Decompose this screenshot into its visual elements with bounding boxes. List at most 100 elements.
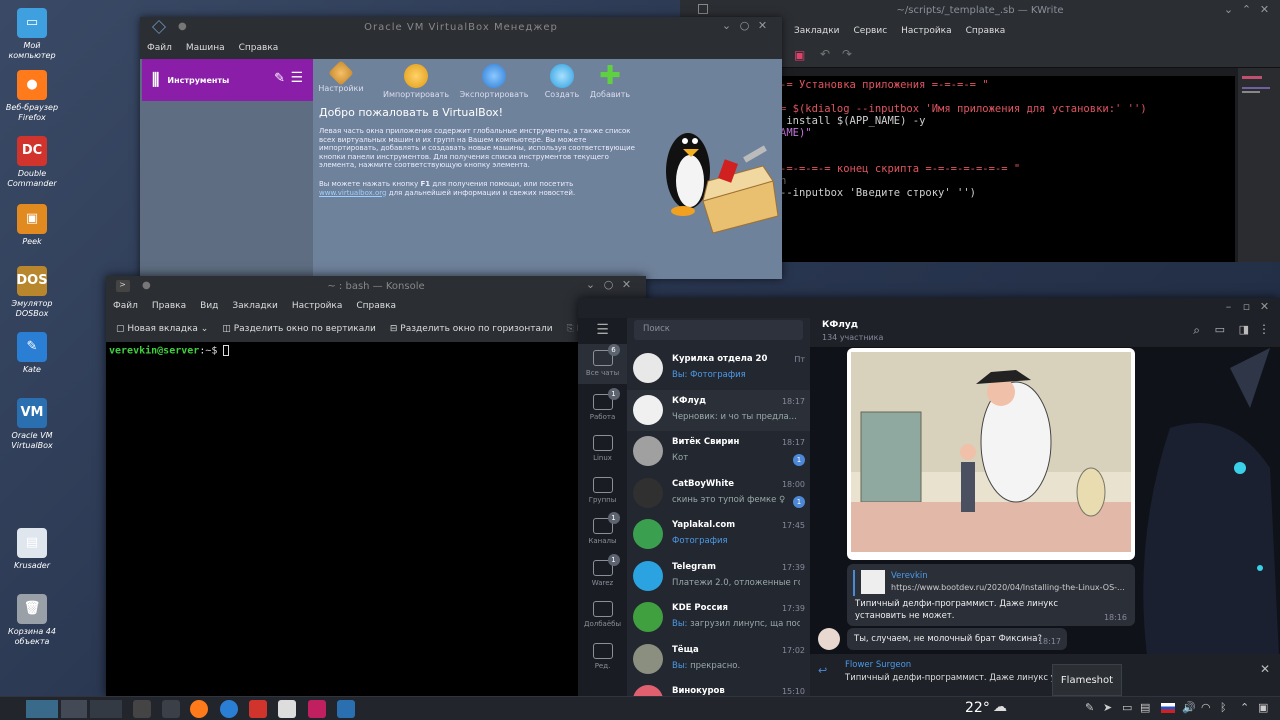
clipboard-icon[interactable]: ▭ — [1122, 701, 1132, 714]
menu-list-icon[interactable]: ☰ — [290, 70, 303, 86]
konsole-titlebar[interactable]: > ● ~ : bash — Konsole ⌄ ○ ✕ — [106, 276, 646, 296]
folder-item[interactable]: Группы — [578, 476, 627, 504]
folder-item[interactable]: Ред. — [578, 642, 627, 670]
show-desktop-icon[interactable]: ▣ — [1258, 701, 1268, 714]
menu-help[interactable]: Справка — [239, 43, 279, 53]
maximize-icon[interactable]: ⌃ — [1238, 3, 1256, 16]
chat-list-item[interactable]: CatBoyWhite скинь это тупой фемке ♀ 18:00 1 — [627, 473, 810, 514]
menu-file[interactable]: Файл — [147, 43, 172, 53]
folder-item[interactable]: Linux — [578, 435, 627, 462]
text-message[interactable]: Ты, случаем, не молочный брат Фиксина? 1… — [847, 628, 1067, 650]
desktop-icon[interactable]: ▭ Мой компьютер — [4, 8, 60, 61]
virtualbox-window[interactable]: ● Oracle VM VirtualBox Менеджер ⌄ ○ ✕ Фа… — [140, 17, 782, 279]
chat-list-item[interactable]: КФлуд Черновик: и чо ты предла... 18:17 — [627, 389, 810, 431]
maximize-icon[interactable]: ○ — [736, 19, 754, 32]
firefox-task-icon[interactable] — [190, 700, 208, 718]
pin-tool-icon[interactable]: ✎ — [274, 71, 285, 86]
chat-list-item[interactable]: Витёк Свирин Кот 18:17 1 — [627, 431, 810, 472]
desktop-icon[interactable]: VM Oracle VM VirtualBox — [4, 398, 60, 451]
add-button[interactable]: ✚ Добавить — [581, 63, 639, 99]
tools-item[interactable]: ⫼ Инструменты ✎ ☰ — [142, 59, 313, 101]
close-icon[interactable]: ✕ — [618, 278, 636, 291]
import-button[interactable]: Импортировать — [383, 64, 449, 99]
conversation-title[interactable]: КФлуд — [822, 320, 858, 330]
tray-expand-icon[interactable]: ⌃ — [1240, 701, 1249, 714]
chat-list-item[interactable]: Тёща Вы: прекрасно. 17:02 — [627, 639, 810, 680]
close-icon[interactable]: ✕ — [1256, 300, 1274, 313]
minimize-icon[interactable]: ⌄ — [718, 19, 736, 32]
menu-view[interactable]: Вид — [200, 301, 218, 311]
volume-icon[interactable]: 🔊 — [1182, 701, 1196, 714]
pager-desktop-2[interactable] — [61, 700, 87, 718]
menu-bookmarks[interactable]: Закладки — [794, 26, 840, 36]
chat-list-item[interactable]: KDE Россия Вы: загрузил линупс, ща поста.… — [627, 597, 810, 638]
menu-bookmarks[interactable]: Закладки — [232, 301, 278, 311]
search-icon[interactable]: ⌕ — [1193, 323, 1200, 338]
more-menu-icon[interactable]: ⋮ — [1258, 322, 1270, 336]
menu-machine[interactable]: Машина — [186, 43, 225, 53]
menu-help[interactable]: Справка — [966, 26, 1006, 36]
app-task-icon[interactable] — [162, 700, 180, 718]
konsole-window[interactable]: > ● ~ : bash — Konsole ⌄ ○ ✕ Файл Правка… — [106, 276, 646, 696]
menu-edit[interactable]: Правка — [152, 301, 186, 311]
keyboard-layout-icon[interactable] — [1161, 703, 1175, 713]
voice-chat-icon[interactable]: ▭ — [1215, 323, 1225, 336]
split-horizontal-button[interactable]: ⊟ Разделить окно по горизонтали — [390, 324, 553, 334]
desktop-icon[interactable]: ✎ Kate — [4, 332, 60, 375]
undo-icon[interactable]: ↶ — [820, 47, 830, 61]
telegram-task-icon[interactable] — [220, 700, 238, 718]
desktop-icon[interactable]: ▣ Peek — [4, 204, 60, 247]
folder-item[interactable]: 6 Все чаты — [578, 344, 627, 384]
desktop-icon[interactable]: 🗑 Корзина 44 объекта — [4, 594, 60, 647]
close-icon[interactable]: ✕ — [1256, 3, 1274, 16]
chat-list-item[interactable]: Yaplakal.com Фотография 17:45 — [627, 514, 810, 555]
maximize-icon[interactable]: ▫ — [1238, 300, 1256, 313]
save-icon[interactable]: ▣ — [794, 48, 805, 62]
menu-file[interactable]: Файл — [113, 301, 138, 311]
photo-message[interactable] — [847, 348, 1135, 560]
menu-settings[interactable]: Настройка — [292, 301, 343, 311]
pin-icon[interactable]: ● — [178, 21, 188, 32]
settings-button[interactable]: Настройки — [313, 60, 369, 93]
desktop-icon[interactable]: ● Веб-браузер Firefox — [4, 70, 60, 123]
kwrite-editor[interactable]: -= Установка приложения =-=-=-= " = $(kdi… — [780, 76, 1235, 262]
telegram-window[interactable]: – ▫ ✕ ☰ 6 Все чаты 1 Работа Linux Группы 1 Кана… — [578, 298, 1280, 696]
reply-message[interactable]: Verevkin https://www.bootdev.ru/2020/04/… — [847, 564, 1135, 626]
sender-avatar[interactable] — [818, 628, 840, 650]
minimize-icon[interactable]: ⌄ — [1220, 3, 1238, 16]
devices-icon[interactable]: ▤ — [1140, 701, 1150, 714]
minimize-icon[interactable]: – — [1220, 300, 1238, 313]
new-tab-button[interactable]: ▢ Новая вкладка ⌄ — [116, 324, 208, 334]
bluetooth-icon[interactable]: ᛒ — [1220, 701, 1227, 714]
menu-settings[interactable]: Настройка — [901, 26, 952, 36]
desktop-icon[interactable]: ▤ Krusader — [4, 528, 60, 571]
virtualbox-task-icon[interactable] — [337, 700, 355, 718]
maximize-icon[interactable]: ○ — [600, 278, 618, 291]
kwrite-task-icon[interactable] — [278, 700, 296, 718]
search-input[interactable]: Поиск — [634, 320, 803, 340]
konsole-task-icon[interactable] — [133, 700, 151, 718]
chat-list-item[interactable]: Винокуров 15:10 — [627, 680, 810, 696]
reply-url[interactable]: https://www.bootdev.ru/2020/04/Installin… — [891, 583, 1125, 592]
desktop-icon[interactable]: DOS Эмулятор DOSBox — [4, 266, 60, 319]
chat-list-item[interactable]: Курилка отдела 20 Вы: Фотография Пт — [627, 348, 810, 389]
vbox-titlebar[interactable]: ● Oracle VM VirtualBox Менеджер ⌄ ○ ✕ — [140, 17, 782, 37]
weather-temperature[interactable]: 22° — [965, 700, 990, 716]
desktop-icon[interactable]: DC Double Commander — [4, 136, 60, 189]
pager-desktop-3[interactable] — [90, 700, 122, 718]
close-reply-icon[interactable]: ✕ — [1260, 662, 1270, 676]
minimize-icon[interactable]: ⌄ — [582, 278, 600, 291]
split-vertical-button[interactable]: ◫ Разделить окно по вертикали — [222, 324, 376, 334]
double-commander-task-icon[interactable] — [249, 700, 267, 718]
close-icon[interactable]: ✕ — [754, 19, 772, 32]
telegram-tray-icon[interactable]: ➤ — [1103, 701, 1112, 714]
virtualbox-link[interactable]: www.virtualbox.org — [319, 189, 387, 197]
pen-icon[interactable]: ✎ — [1085, 701, 1094, 714]
folder-item[interactable]: Долбаёбы — [578, 601, 627, 628]
folder-item[interactable]: 1 Работа — [578, 387, 627, 421]
telegram-titlebar[interactable]: – ▫ ✕ — [578, 298, 1280, 318]
hamburger-menu-icon[interactable]: ☰ — [578, 318, 627, 342]
terminal-area[interactable]: verevkin@server:~$ — [106, 342, 646, 696]
kwrite-minimap[interactable] — [1238, 68, 1280, 262]
export-button[interactable]: Экспортировать — [459, 64, 529, 99]
